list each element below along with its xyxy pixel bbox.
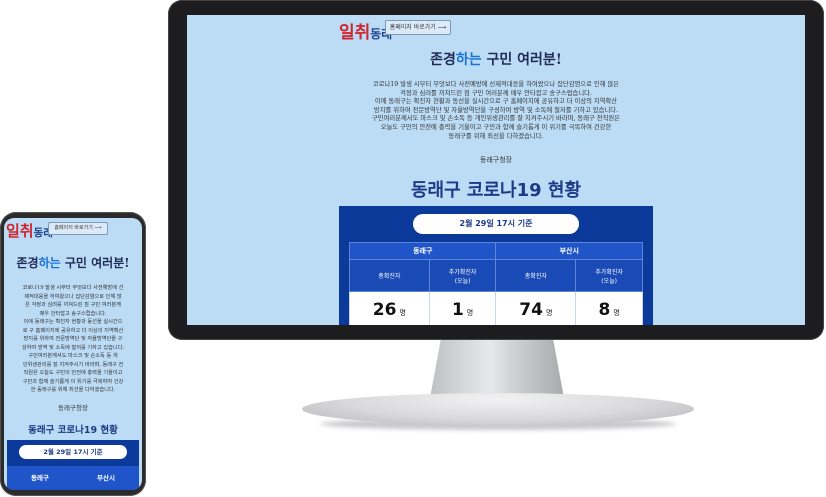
message-line: 로 구 홈페이지에 공유하고 더 이상의 지역확산 [22, 327, 124, 334]
date-badge: 2월 29일 17시 기준 [19, 445, 127, 459]
message-line: 은 걱정과 심려를 끼쳐드린 점 구민 여러분께 [25, 302, 121, 308]
message-line: 인위생관리를 잘 지켜주시기 바라며, 동래구 전 [22, 361, 124, 368]
date-badge: 2월 29일 17시 기준 [413, 214, 579, 234]
region-header: 부산시 [73, 466, 139, 490]
message-line: 이에 동래구는 확진자 현황과 동선을 실시간으로 구 홈페이지에 공유하고 더… [374, 98, 618, 106]
message-line: 코로나19 발생 시부터 무엇보다 사전예방에 선제적대응을 하여왔으나 집단감… [372, 81, 620, 88]
confirmed-count: 74 명 [495, 291, 577, 325]
home-link-button[interactable]: 홈페이지 바로가기 ⟶ [48, 222, 108, 235]
logo-text: 일취 [339, 23, 371, 43]
desktop-monitor: 일취동래 홈페이지 바로가기 ⟶ 존경하는 구민 여러분! 코로나19 발생 시… [168, 0, 824, 340]
monitor-stand-base [302, 393, 694, 425]
message-line: 직원은 오늘도 구민의 안전에 총력을 기울이고 [23, 370, 123, 376]
message-line: 성하여 방역 및 소독에 철저를 기하고 있습니다. [21, 344, 125, 351]
status-table: 동래구 부산시 총확진자 추가확진자 (오늘) 총확진자 추가확진자 (오늘) 26… [348, 242, 643, 325]
confirmed-header: 총확진자 [349, 259, 430, 292]
message-line: 구민과 함께 슬기롭게 이 위기를 극복하여 건강 [22, 378, 124, 385]
signature: 동래구청장 [58, 404, 88, 412]
greeting-message: 코로나19 발생 시부터 무엇보다 사전예방에 선제적대응을 하여왔으나 집단감… [287, 81, 705, 141]
message-line: 방지를 위하여 전문방역단 및 자율방역단을 구 [23, 336, 123, 342]
confirmed-count: 26 명 [349, 291, 430, 325]
desktop-screen: 일취동래 홈페이지 바로가기 ⟶ 존경하는 구민 여러분! 코로나19 발생 시… [187, 15, 805, 325]
message-line: 이에 동래구는 확진자 현황과 동선을 실시간으 [23, 319, 123, 325]
new-count: 8명 [575, 291, 643, 325]
message-line: 동래구를 위해 최선을 다하겠습니다. [448, 132, 544, 140]
monitor-stand-neck [430, 340, 564, 398]
new-header: 추가확진자 (오늘) [575, 259, 643, 292]
message-line: 제적대응을 하여왔으나 집단감염으로 인해 많 [24, 293, 122, 300]
region-header: 부산시 [495, 242, 643, 260]
status-title: 동래구 코로나19 현황 [410, 180, 582, 201]
message-line: 코로나19 발생 시부터 무엇보다 사전예방에 선 [22, 285, 124, 291]
message-line: 걱정과 심려를 끼쳐드린 점 구민 여러분께 매우 안타깝고 송구스럽습니다. [400, 89, 592, 97]
region-header: 동래구 [7, 466, 74, 490]
region-header: 동래구 [348, 242, 497, 260]
message-line: 매우 안타깝고 송구스럽습니다. [39, 310, 107, 317]
status-panel: 2월 29일 17시 기준 동래구 부산시 [7, 440, 139, 490]
new-count: 1명 [428, 291, 497, 325]
greeting-title: 존경하는 구민 여러분! [430, 52, 562, 68]
home-link-button[interactable]: 홈페이지 바로가기 ⟶ [385, 20, 451, 35]
mobile-screen: 일취동래 홈페이지 바로가기 ⟶ 존경하는 구민 여러분! 코로나19 발생 시… [4, 218, 142, 490]
message-line: 구민여러분께서도 마스크 및 손소독 등 개인위생관리를 잘 지켜주시기 바라며… [372, 115, 620, 123]
signature: 동래구청장 [479, 156, 513, 164]
message-line: 오늘도 구민의 안전에 총력을 기울이고 구민과 함께 슬기롭게 이 위기를 극… [380, 123, 612, 131]
confirmed-header: 총확진자 [495, 259, 577, 292]
message-line: 구민여러분께서도 마스크 및 손소독 등 개 [28, 353, 118, 359]
status-title: 동래구 코로나19 현황 [28, 425, 118, 436]
message-line: 한 동래구를 위해 최선을 다하겠습니다. [30, 387, 116, 393]
new-header: 추가확진자 (오늘) [428, 259, 497, 292]
greeting-title: 존경하는 구민 여러분! [16, 256, 130, 270]
status-panel: 2월 29일 17시 기준 동래구 부산시 총확진자 추가확진자 (오늘) 총확진… [339, 206, 653, 325]
logo-text: 일취 [6, 222, 34, 240]
greeting-message: 코로나19 발생 시부터 무엇보다 사전예방에 선제적대응을 하여왔으나 집단감… [10, 284, 136, 395]
mobile-phone: 일취동래 홈페이지 바로가기 ⟶ 존경하는 구민 여러분! 코로나19 발생 시… [0, 212, 146, 496]
site-logo[interactable]: 일취동래 [6, 220, 53, 241]
